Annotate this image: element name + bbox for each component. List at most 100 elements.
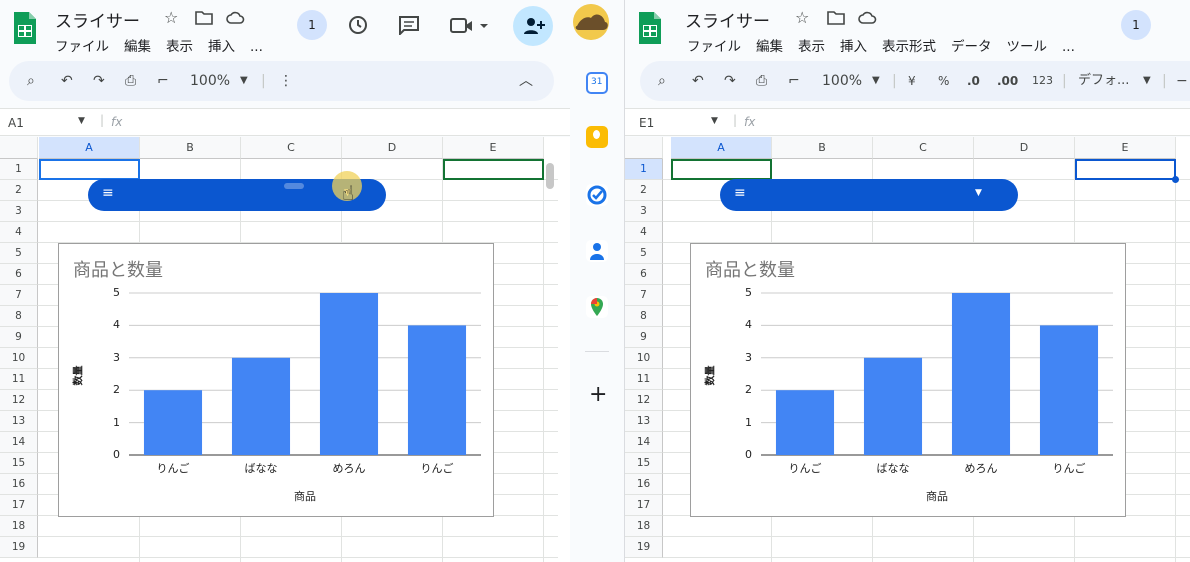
dropdown-arrow-icon[interactable]: ▼: [975, 188, 982, 198]
zoom-select[interactable]: 100%: [190, 72, 230, 90]
currency-format-button[interactable]: ¥: [908, 72, 916, 90]
sheets-logo-icon[interactable]: [12, 10, 38, 46]
bar-chart[interactable]: 商品と数量 0 1 2 3 4 5 りんご ばなな めろん りんご 商品 数量: [690, 243, 1126, 517]
bar-2[interactable]: [951, 293, 1011, 455]
cell-grid[interactable]: ABCDE12345678910111213141516171819≡▼☝商品と…: [0, 137, 570, 562]
tasks-icon[interactable]: [586, 184, 608, 206]
cloud-status-icon[interactable]: [858, 10, 878, 25]
menu-more[interactable]: ...: [1062, 39, 1075, 55]
bar-3[interactable]: [1039, 325, 1099, 455]
column-header-b[interactable]: B: [140, 137, 241, 159]
redo-icon[interactable]: ↷: [724, 72, 736, 90]
row-header-17[interactable]: 17: [625, 495, 663, 516]
row-header-16[interactable]: 16: [0, 474, 38, 495]
star-icon[interactable]: ☆: [164, 10, 178, 26]
column-header-d[interactable]: D: [342, 137, 443, 159]
row-header-13[interactable]: 13: [0, 411, 38, 432]
vertical-scrollbar[interactable]: [546, 163, 554, 189]
column-header-a[interactable]: A: [671, 137, 772, 159]
column-header-d[interactable]: D: [974, 137, 1075, 159]
row-header-19[interactable]: 19: [625, 537, 663, 558]
column-header-b[interactable]: B: [772, 137, 873, 159]
cloud-status-icon[interactable]: [226, 10, 246, 25]
row-header-13[interactable]: 13: [625, 411, 663, 432]
undo-icon[interactable]: ↶: [692, 72, 704, 90]
row-header-6[interactable]: 6: [625, 264, 663, 285]
row-header-19[interactable]: 19: [0, 537, 38, 558]
calendar-icon[interactable]: 31: [586, 72, 608, 94]
cell-e1[interactable]: [1075, 159, 1176, 180]
bar-0[interactable]: [143, 390, 203, 455]
font-size-decrease-icon[interactable]: −: [1176, 72, 1188, 90]
column-header-e[interactable]: E: [443, 137, 544, 159]
font-select[interactable]: デフォ...: [1078, 72, 1129, 90]
paint-format-icon[interactable]: ⌐: [788, 72, 800, 90]
search-menus-icon[interactable]: ⌕: [27, 72, 35, 90]
row-header-10[interactable]: 10: [0, 348, 38, 369]
move-folder-icon[interactable]: [827, 10, 845, 25]
column-header-a[interactable]: A: [39, 137, 140, 159]
row-header-8[interactable]: 8: [0, 306, 38, 327]
row-header-15[interactable]: 15: [625, 453, 663, 474]
row-header-7[interactable]: 7: [625, 285, 663, 306]
row-header-9[interactable]: 9: [625, 327, 663, 348]
bar-chart[interactable]: 商品と数量 0 1 2 3 4 5 りんご ばなな めろん りんご 商品 数量: [58, 243, 494, 517]
document-title[interactable]: スライサー: [685, 7, 770, 32]
redo-icon[interactable]: ↷: [93, 72, 105, 90]
row-header-12[interactable]: 12: [0, 390, 38, 411]
contacts-icon[interactable]: [586, 240, 608, 262]
row-header-5[interactable]: 5: [0, 243, 38, 264]
cell-a1[interactable]: [671, 159, 772, 180]
meet-video-icon[interactable]: [450, 17, 488, 35]
row-header-8[interactable]: 8: [625, 306, 663, 327]
menu-insert[interactable]: 挿入: [208, 39, 235, 55]
menu-file[interactable]: ファイル: [687, 39, 741, 55]
row-header-5[interactable]: 5: [625, 243, 663, 264]
zoom-dropdown-icon[interactable]: ▼: [240, 72, 248, 90]
select-all-corner[interactable]: [0, 137, 38, 159]
menu-view[interactable]: 表示: [798, 39, 825, 55]
move-folder-icon[interactable]: [195, 10, 213, 25]
row-header-2[interactable]: 2: [0, 180, 38, 201]
row-header-11[interactable]: 11: [0, 369, 38, 390]
sheets-logo-icon[interactable]: [637, 10, 663, 46]
row-header-1[interactable]: 1: [0, 159, 38, 180]
viewer-avatar-badge[interactable]: 1: [1121, 10, 1151, 40]
cell-a1[interactable]: [39, 159, 140, 180]
paint-format-icon[interactable]: ⌐: [157, 72, 169, 90]
menu-tools[interactable]: ツール: [1007, 39, 1048, 55]
row-header-16[interactable]: 16: [625, 474, 663, 495]
cell-grid[interactable]: A B C D E 1 2 3 4 5 6 7 8 9 10 11 12 13 14 15 16 17 18 19 ≡ ▼ 商品と数…: [625, 137, 1190, 562]
add-addon-icon[interactable]: +: [589, 382, 607, 407]
bar-1[interactable]: [231, 357, 291, 455]
menu-view[interactable]: 表示: [166, 39, 193, 55]
column-header-c[interactable]: C: [873, 137, 974, 159]
percent-format-button[interactable]: %: [938, 72, 949, 90]
document-title[interactable]: スライサー: [55, 7, 140, 32]
bar-0[interactable]: [775, 390, 835, 455]
undo-icon[interactable]: ↶: [61, 72, 73, 90]
row-header-11[interactable]: 11: [625, 369, 663, 390]
row-header-3[interactable]: 3: [625, 201, 663, 222]
row-header-1[interactable]: 1: [625, 159, 663, 180]
zoom-select[interactable]: 100%: [822, 72, 862, 90]
row-header-9[interactable]: 9: [0, 327, 38, 348]
slicer[interactable]: ≡▼: [720, 179, 1018, 211]
star-icon[interactable]: ☆: [795, 10, 809, 26]
bar-1[interactable]: [863, 357, 923, 455]
slicer-value-dropdown[interactable]: [284, 183, 304, 189]
row-header-10[interactable]: 10: [625, 348, 663, 369]
row-header-4[interactable]: 4: [0, 222, 38, 243]
row-header-3[interactable]: 3: [0, 201, 38, 222]
comments-icon[interactable]: [398, 15, 420, 35]
menu-data[interactable]: データ: [951, 39, 992, 55]
row-header-14[interactable]: 14: [0, 432, 38, 453]
row-header-17[interactable]: 17: [0, 495, 38, 516]
row-header-6[interactable]: 6: [0, 264, 38, 285]
row-header-4[interactable]: 4: [625, 222, 663, 243]
print-icon[interactable]: ⎙: [125, 72, 136, 90]
row-header-12[interactable]: 12: [625, 390, 663, 411]
row-header-2[interactable]: 2: [625, 180, 663, 201]
name-box[interactable]: E1: [639, 116, 654, 130]
zoom-dropdown-icon[interactable]: ▼: [872, 72, 880, 90]
